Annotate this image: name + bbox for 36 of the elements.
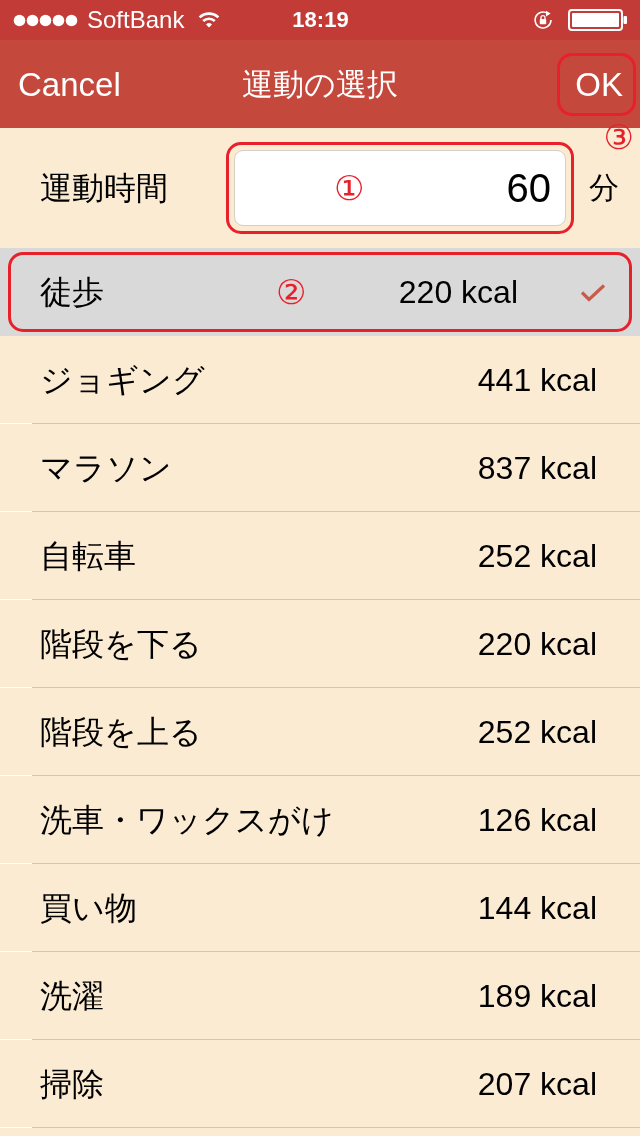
exercise-name: 洗濯 [40, 976, 104, 1016]
calorie-value: 220 kcal [477, 624, 597, 664]
battery-icon [568, 9, 628, 31]
exercise-name: 階段を上る [40, 712, 202, 752]
calorie-value: 220 kcal [398, 272, 518, 312]
checkmark-icon [580, 282, 606, 302]
signal-icon [13, 13, 78, 27]
exercise-name: ジョギング [40, 360, 205, 400]
carrier-name: SoftBank [87, 8, 185, 32]
calorie-value: 252 kcal [477, 712, 597, 752]
calorie-value: 189 kcal [477, 976, 597, 1016]
annotation-number: ③ [603, 119, 634, 154]
calorie-value: 252 kcal [477, 536, 597, 576]
exercise-name: 階段を下る [40, 624, 202, 664]
exercise-name: 自転車 [40, 536, 136, 576]
field-label: 運動時間 [40, 168, 168, 208]
calorie-value: 126 kcal [477, 800, 597, 840]
exercise-name: マラソン [40, 448, 172, 488]
exercise-name: 買い物 [40, 888, 137, 928]
rotation-lock-icon [533, 10, 553, 30]
exercise-name: 掃除 [40, 1064, 104, 1104]
calorie-value: 207 kcal [477, 1064, 597, 1104]
calorie-value: 441 kcal [477, 360, 597, 400]
exercise-name: 徒歩 [40, 272, 104, 312]
exercise-name: 洗車・ワックスがけ [40, 800, 334, 840]
annotation-number: ② [276, 275, 307, 309]
cancel-button[interactable]: Cancel [0, 54, 121, 114]
ok-button[interactable]: OK [560, 55, 633, 113]
unit-label: 分 [589, 170, 619, 206]
wifi-icon [198, 12, 221, 28]
screen-title: 運動の選択 [242, 68, 398, 100]
clock-time: 18:19 [292, 9, 349, 31]
calorie-value: 837 kcal [477, 448, 597, 488]
annotation-number: ① [334, 171, 365, 205]
exercise-row[interactable]: 徒歩 ② 220 kcal [0, 248, 640, 336]
calorie-value: 144 kcal [477, 888, 597, 928]
